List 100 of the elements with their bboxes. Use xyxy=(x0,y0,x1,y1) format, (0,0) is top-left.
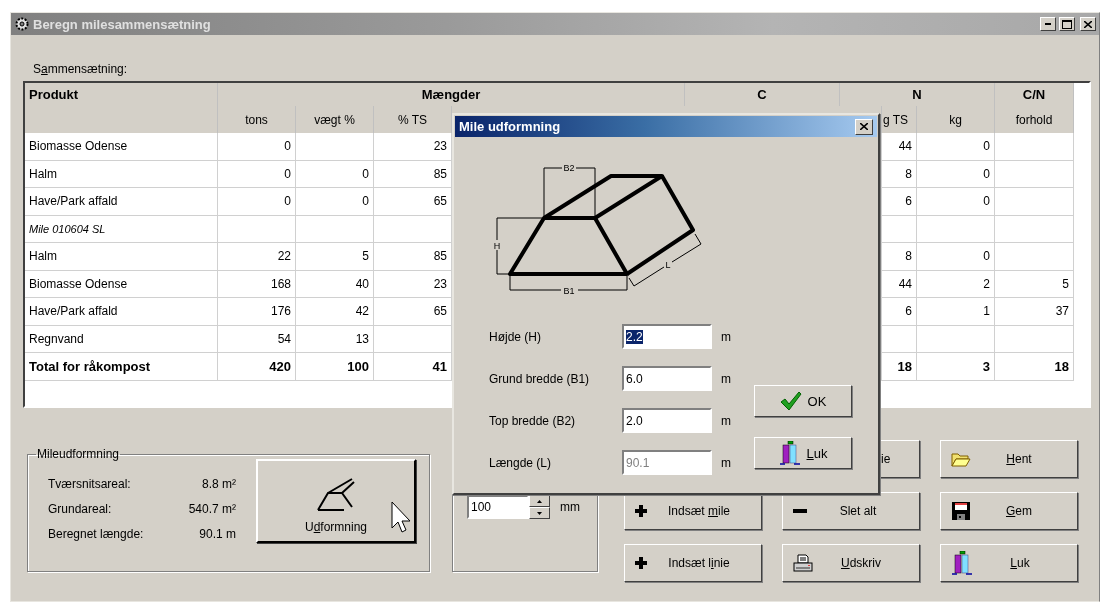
cursor-icon xyxy=(391,501,411,533)
group-title: Mileudformning xyxy=(36,447,121,461)
stat-value: 540.7 m² xyxy=(187,502,236,516)
door-icon xyxy=(951,551,973,575)
unit-label: m xyxy=(721,413,732,428)
input-field[interactable]: 6.0 xyxy=(622,366,712,391)
column-group-header: C xyxy=(685,83,840,106)
table-cell: 420 xyxy=(218,353,296,381)
table-cell: 0 xyxy=(917,243,995,271)
field-label: Højde (H) xyxy=(489,329,542,344)
table-cell: 0 xyxy=(296,160,374,188)
table-cell: 8 xyxy=(882,243,917,271)
table-cell: 0 xyxy=(917,188,995,216)
command-button[interactable]: Hent xyxy=(940,440,1078,478)
unit-label: m xyxy=(721,455,732,470)
check-icon xyxy=(779,391,802,411)
stat-label: Grundareal: xyxy=(48,502,113,516)
table-cell: 6 xyxy=(882,298,917,326)
table-cell: Have/Park affald xyxy=(25,298,218,326)
dialog-button[interactable]: OK xyxy=(754,385,852,417)
table-cell: 0 xyxy=(218,133,296,161)
unit-label: m xyxy=(721,329,732,344)
table-cell: 176 xyxy=(218,298,296,326)
table-cell: 5 xyxy=(995,270,1074,298)
table-cell: Halm xyxy=(25,243,218,271)
input-field[interactable]: 2.0 xyxy=(622,408,712,433)
maximize-icon xyxy=(1062,19,1072,29)
table-cell: 0 xyxy=(218,160,296,188)
command-button[interactable]: Gem xyxy=(940,492,1078,530)
column-header: kg xyxy=(917,106,995,133)
column-group-header: Mængder xyxy=(218,83,685,106)
table-cell: Halm xyxy=(25,160,218,188)
table-cell: 44 xyxy=(882,133,917,161)
column-header: % TS xyxy=(374,106,452,133)
table-cell: 54 xyxy=(218,325,296,353)
dimension-label: B2 xyxy=(563,163,575,173)
close-icon xyxy=(1084,20,1092,28)
table-cell: Total for råkompost xyxy=(25,353,218,381)
table-cell: Regnvand xyxy=(25,325,218,353)
stat-label: Beregnet længde: xyxy=(48,527,145,541)
table-cell: Have/Park affald xyxy=(25,188,218,216)
table-cell: 6 xyxy=(882,188,917,216)
column-header: forhold xyxy=(995,106,1074,133)
field-label: Længde (L) xyxy=(489,455,553,470)
minimize-icon xyxy=(1045,23,1051,25)
column-group-header: Produkt xyxy=(25,83,218,106)
folder-icon xyxy=(951,451,971,467)
maximize-button[interactable] xyxy=(1059,17,1075,31)
unit-label: mm xyxy=(560,500,580,514)
dimension-label: L xyxy=(665,260,671,270)
table-cell: Mile 010604 SL xyxy=(25,215,218,243)
plus-icon xyxy=(635,557,647,569)
close-icon xyxy=(860,123,868,130)
stat-label: Tværsnitsareal: xyxy=(48,477,132,491)
gear-icon xyxy=(14,16,30,32)
table-cell: 3 xyxy=(917,353,995,381)
table-cell: 0 xyxy=(917,160,995,188)
table-cell: 168 xyxy=(218,270,296,298)
column-group-header: N xyxy=(840,83,995,106)
table-cell: 37 xyxy=(995,298,1074,326)
table-cell: 100 xyxy=(296,353,374,381)
table-cell: 22 xyxy=(218,243,296,271)
minimize-button[interactable] xyxy=(1040,17,1056,31)
table-cell: 40 xyxy=(296,270,374,298)
window-title: Beregn milesammensætning xyxy=(33,16,212,32)
command-button[interactable]: Indsæt linie xyxy=(624,544,762,582)
minus-icon xyxy=(793,509,807,513)
column-header: g TS xyxy=(882,106,917,133)
table-cell: 1 xyxy=(917,298,995,326)
field-label: Grund bredde (B1) xyxy=(489,371,591,386)
section-label: Sammensætning: xyxy=(33,62,128,76)
spin-down-button[interactable] xyxy=(529,507,550,519)
close-button[interactable] xyxy=(1080,17,1096,31)
close-button[interactable] xyxy=(855,118,873,135)
dialog-title: Mile udformning xyxy=(459,119,562,134)
table-cell: Biomasse Odense xyxy=(25,133,218,161)
column-header: tons xyxy=(218,106,296,133)
command-button[interactable]: Luk xyxy=(940,544,1078,582)
table-cell: 0 xyxy=(218,188,296,216)
table-cell: 2 xyxy=(917,270,995,298)
table-cell: 0 xyxy=(917,133,995,161)
dimension-label: B1 xyxy=(563,286,575,296)
shape-button[interactable]: Udformning xyxy=(256,459,416,543)
printer-icon xyxy=(793,553,813,573)
stat-value: 8.8 m² xyxy=(201,477,236,491)
down-arrow-icon xyxy=(537,511,542,515)
table-cell: Biomasse Odense xyxy=(25,270,218,298)
table-cell: 42 xyxy=(296,298,374,326)
dialog-button[interactable]: Luk xyxy=(754,437,852,469)
table-cell: 5 xyxy=(296,243,374,271)
stat-value: 90.1 m xyxy=(198,527,236,541)
column-group-header: C/N xyxy=(995,83,1074,106)
field-label: Top bredde (B2) xyxy=(489,413,577,428)
table-cell: 44 xyxy=(882,270,917,298)
table-cell: 0 xyxy=(296,188,374,216)
dimension-line xyxy=(543,167,596,217)
input-field[interactable]: 2.2 xyxy=(622,324,712,349)
command-button[interactable]: Udskriv xyxy=(782,544,920,582)
command-button[interactable]: Slet alt xyxy=(782,492,920,530)
plus-icon xyxy=(635,505,647,517)
